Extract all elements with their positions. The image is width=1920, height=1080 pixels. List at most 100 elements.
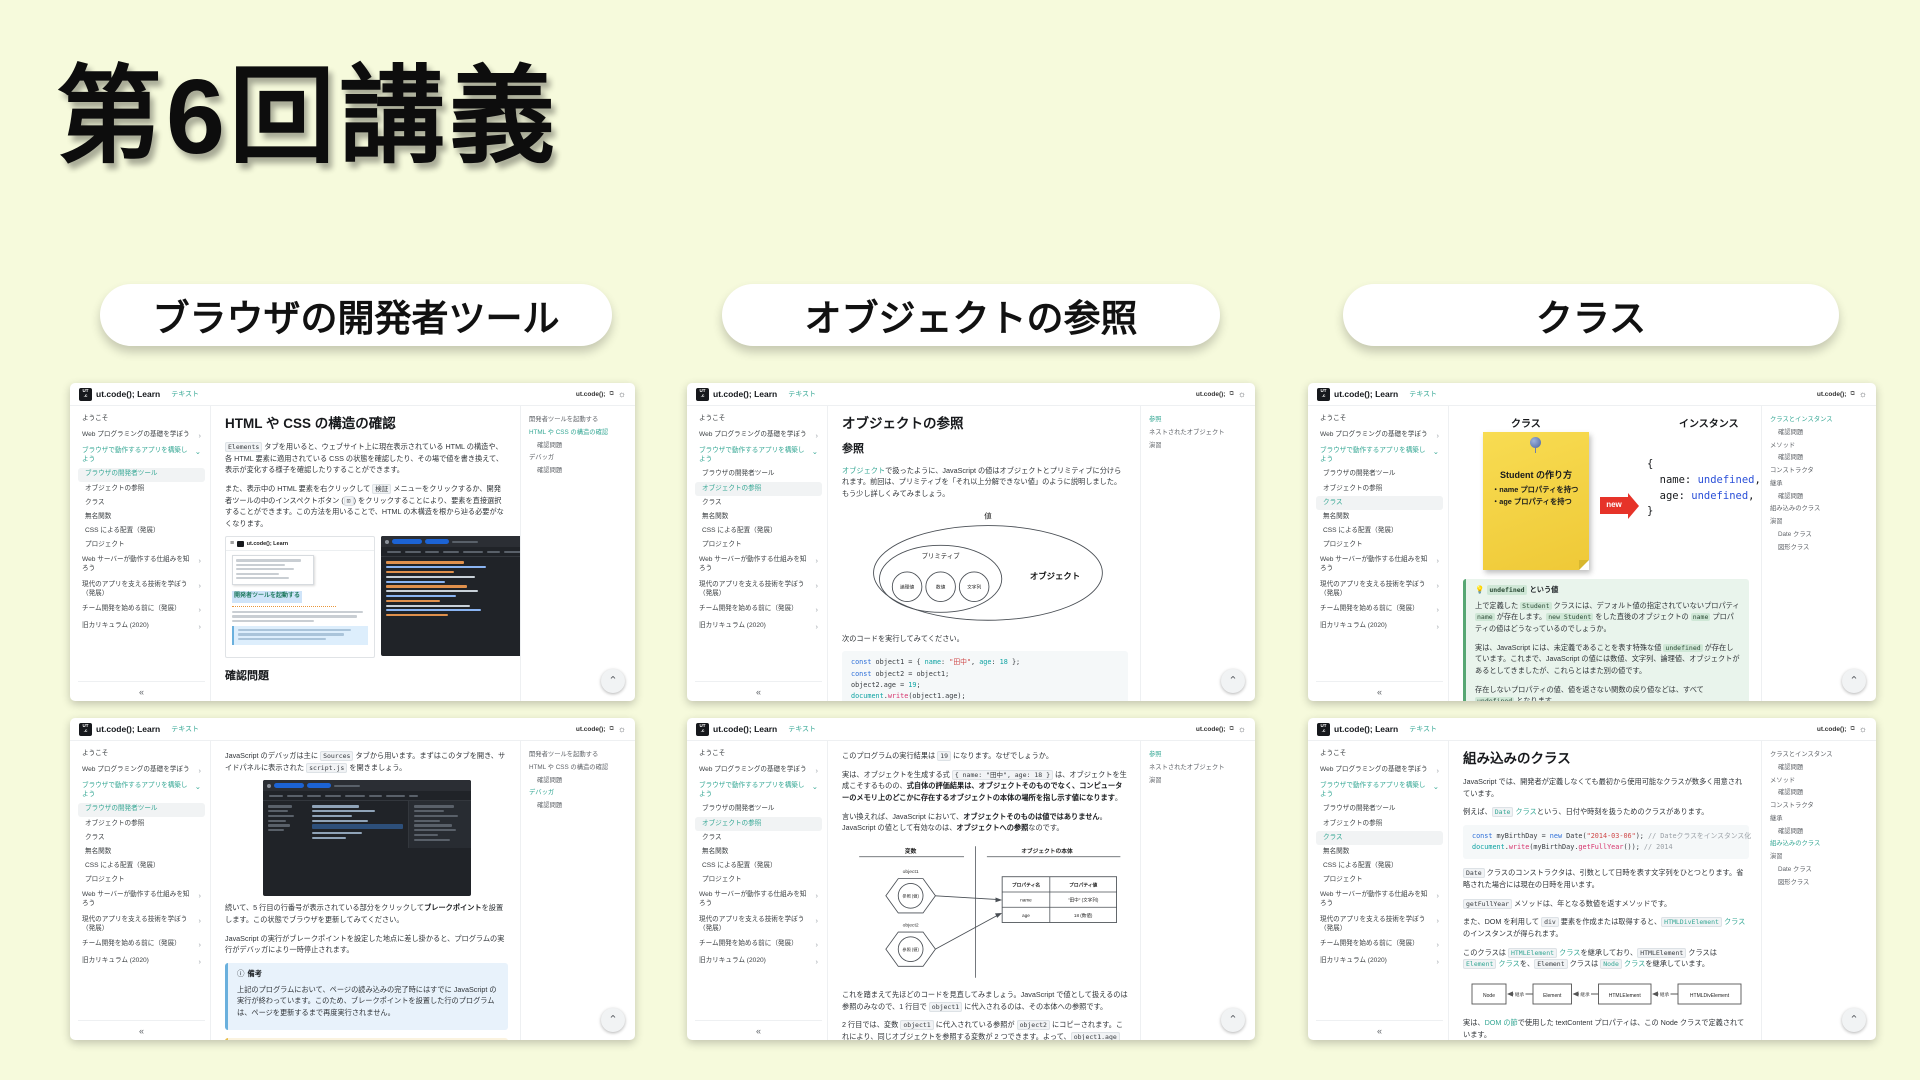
toc-item[interactable]: 継承 — [1770, 815, 1871, 823]
sidebar-collapse-button[interactable]: « — [78, 1020, 205, 1040]
toc-item[interactable]: 図形クラス — [1770, 879, 1871, 887]
toc-item[interactable]: 確認問題 — [529, 467, 630, 475]
sidebar-item[interactable]: Web サーバーが動作する仕組みを知ろう› — [78, 889, 205, 912]
sidebar-item[interactable]: プロジェクト — [695, 873, 822, 887]
toc-item[interactable]: メソッド — [1770, 442, 1871, 450]
sidebar-item[interactable]: Web プログラミングの基礎を学ぼう› — [695, 428, 822, 443]
nav-link-text[interactable]: テキスト — [788, 724, 816, 734]
sidebar-item[interactable]: Web プログラミングの基礎を学ぼう› — [695, 763, 822, 778]
sidebar-item[interactable]: クラス — [1316, 831, 1443, 845]
sidebar-item[interactable]: オブジェクトの参照 — [1316, 817, 1443, 831]
sidebar-item[interactable]: 無名関数 — [78, 845, 205, 859]
sidebar-item[interactable]: ブラウザの開発者ツール — [695, 468, 822, 482]
theme-toggle-icon[interactable]: ☼ — [1859, 389, 1867, 399]
sidebar-item[interactable]: 現代のアプリを支える技術を学ぼう（発展）› — [78, 913, 205, 936]
sidebar-item[interactable]: クラス — [78, 831, 205, 845]
sidebar-item[interactable]: ブラウザで動作するアプリを構築しよう⌄ — [695, 780, 822, 803]
sidebar-item[interactable]: 無名関数 — [695, 510, 822, 524]
sidebar-item[interactable]: Web サーバーが動作する仕組みを知ろう› — [1316, 889, 1443, 912]
toc-item[interactable]: クラスとインスタンス — [1770, 416, 1871, 424]
scroll-to-top-button[interactable]: ⌃ — [601, 1008, 625, 1032]
sidebar-item[interactable]: 旧カリキュラム (2020)› — [695, 620, 822, 635]
theme-toggle-icon[interactable]: ☼ — [618, 724, 626, 734]
sidebar-item[interactable]: ようこそ — [695, 413, 822, 427]
sidebar-item[interactable]: チーム開発を始める前に（発展）› — [1316, 603, 1443, 618]
sidebar-item[interactable]: オブジェクトの参照 — [695, 482, 822, 496]
sidebar-item[interactable]: 旧カリキュラム (2020)› — [78, 620, 205, 635]
text-link[interactable]: オブジェクト — [842, 466, 885, 475]
toc-item[interactable]: 開発者ツールを起動する — [529, 751, 630, 759]
toc-item[interactable]: 組み込みのクラス — [1770, 505, 1871, 513]
sidebar-item[interactable]: 現代のアプリを支える技術を学ぼう（発展）› — [1316, 578, 1443, 601]
toc-item[interactable]: 確認問題 — [529, 442, 630, 450]
sidebar-item[interactable]: 無名関数 — [1316, 845, 1443, 859]
sidebar-item[interactable]: 旧カリキュラム (2020)› — [695, 955, 822, 970]
sidebar-item[interactable]: CSS による配置（発展） — [78, 524, 205, 538]
code-chip-link[interactable]: HTMLDivElement — [1661, 917, 1722, 927]
sidebar-item[interactable]: CSS による配置（発展） — [1316, 859, 1443, 873]
scroll-to-top-button[interactable]: ⌃ — [1842, 1008, 1866, 1032]
sidebar-item[interactable]: クラス — [695, 831, 822, 845]
sidebar-item[interactable]: 旧カリキュラム (2020)› — [1316, 620, 1443, 635]
sidebar-item[interactable]: 無名関数 — [695, 845, 822, 859]
sidebar-collapse-button[interactable]: « — [1316, 681, 1443, 701]
nav-link-text[interactable]: テキスト — [1409, 389, 1437, 399]
sidebar-item[interactable]: クラス — [695, 496, 822, 510]
toc-item[interactable]: 確認問題 — [529, 802, 630, 810]
text-link[interactable]: クラス — [1496, 959, 1519, 968]
toc-item[interactable]: 確認問題 — [529, 777, 630, 785]
sidebar-item[interactable]: プロジェクト — [695, 538, 822, 552]
text-link[interactable]: クラス — [1722, 917, 1745, 926]
toc-item[interactable]: 演習 — [1149, 442, 1250, 450]
toc-item[interactable]: 参照 — [1149, 416, 1250, 424]
toc-item[interactable]: コンストラクタ — [1770, 467, 1871, 475]
toc-item[interactable]: 確認問題 — [1770, 828, 1871, 836]
scroll-to-top-button[interactable]: ⌃ — [1221, 669, 1245, 693]
sidebar-item[interactable]: 現代のアプリを支える技術を学ぼう（発展）› — [695, 913, 822, 936]
sidebar-item[interactable]: 無名関数 — [78, 510, 205, 524]
sidebar-item[interactable]: Web プログラミングの基礎を学ぼう› — [78, 428, 205, 443]
external-site-link[interactable]: ut.code(); — [1817, 726, 1847, 733]
text-link[interactable]: DOM の節 — [1485, 1018, 1518, 1027]
external-site-link[interactable]: ut.code(); — [1817, 391, 1847, 398]
scroll-to-top-button[interactable]: ⌃ — [1221, 1008, 1245, 1032]
toc-item[interactable]: メソッド — [1770, 777, 1871, 785]
sidebar-item[interactable]: ようこそ — [1316, 748, 1443, 762]
external-site-link[interactable]: ut.code(); — [1196, 391, 1226, 398]
sidebar-item[interactable]: CSS による配置（発展） — [1316, 524, 1443, 538]
sidebar-item[interactable]: ようこそ — [78, 748, 205, 762]
toc-item[interactable]: クラスとインスタンス — [1770, 751, 1871, 759]
sidebar-item[interactable]: プロジェクト — [78, 873, 205, 887]
text-link[interactable]: クラス — [1622, 959, 1645, 968]
sidebar-item[interactable]: Web サーバーが動作する仕組みを知ろう› — [695, 889, 822, 912]
external-site-link[interactable]: ut.code(); — [576, 391, 606, 398]
sidebar-item[interactable]: ブラウザで動作するアプリを構築しよう⌄ — [1316, 445, 1443, 468]
toc-item[interactable]: 確認問題 — [1770, 764, 1871, 772]
sidebar-item[interactable]: チーム開発を始める前に（発展）› — [695, 938, 822, 953]
code-chip-link[interactable]: Element — [1463, 959, 1496, 969]
sidebar-item[interactable]: クラス — [78, 496, 205, 510]
sidebar-item[interactable]: チーム開発を始める前に（発展）› — [1316, 938, 1443, 953]
toc-item[interactable]: Date クラス — [1770, 531, 1871, 539]
toc-item[interactable]: 演習 — [1770, 518, 1871, 526]
text-link[interactable]: クラス — [1513, 807, 1536, 816]
code-chip-link[interactable]: Node — [1600, 959, 1622, 969]
toc-item[interactable]: 確認問題 — [1770, 429, 1871, 437]
sidebar-item[interactable]: Web サーバーが動作する仕組みを知ろう› — [695, 554, 822, 577]
sidebar-item[interactable]: CSS による配置（発展） — [695, 524, 822, 538]
sidebar-item[interactable]: Web プログラミングの基礎を学ぼう› — [78, 763, 205, 778]
sidebar-item[interactable]: オブジェクトの参照 — [1316, 482, 1443, 496]
sidebar-item[interactable]: CSS による配置（発展） — [78, 859, 205, 873]
sidebar-item[interactable]: 旧カリキュラム (2020)› — [1316, 955, 1443, 970]
sidebar-item[interactable]: ようこそ — [78, 413, 205, 427]
sidebar-collapse-button[interactable]: « — [695, 681, 822, 701]
sidebar-item[interactable]: ブラウザで動作するアプリを構築しよう⌄ — [1316, 780, 1443, 803]
sidebar-item[interactable]: ブラウザで動作するアプリを構築しよう⌄ — [695, 445, 822, 468]
toc-item[interactable]: 参照 — [1149, 751, 1250, 759]
toc-item[interactable]: デバッガ — [529, 789, 630, 797]
nav-link-text[interactable]: テキスト — [788, 389, 816, 399]
sidebar-item[interactable]: 現代のアプリを支える技術を学ぼう（発展）› — [78, 578, 205, 601]
toc-item[interactable]: 継承 — [1770, 480, 1871, 488]
text-link[interactable]: クラス — [1557, 948, 1580, 957]
scroll-to-top-button[interactable]: ⌃ — [1842, 669, 1866, 693]
